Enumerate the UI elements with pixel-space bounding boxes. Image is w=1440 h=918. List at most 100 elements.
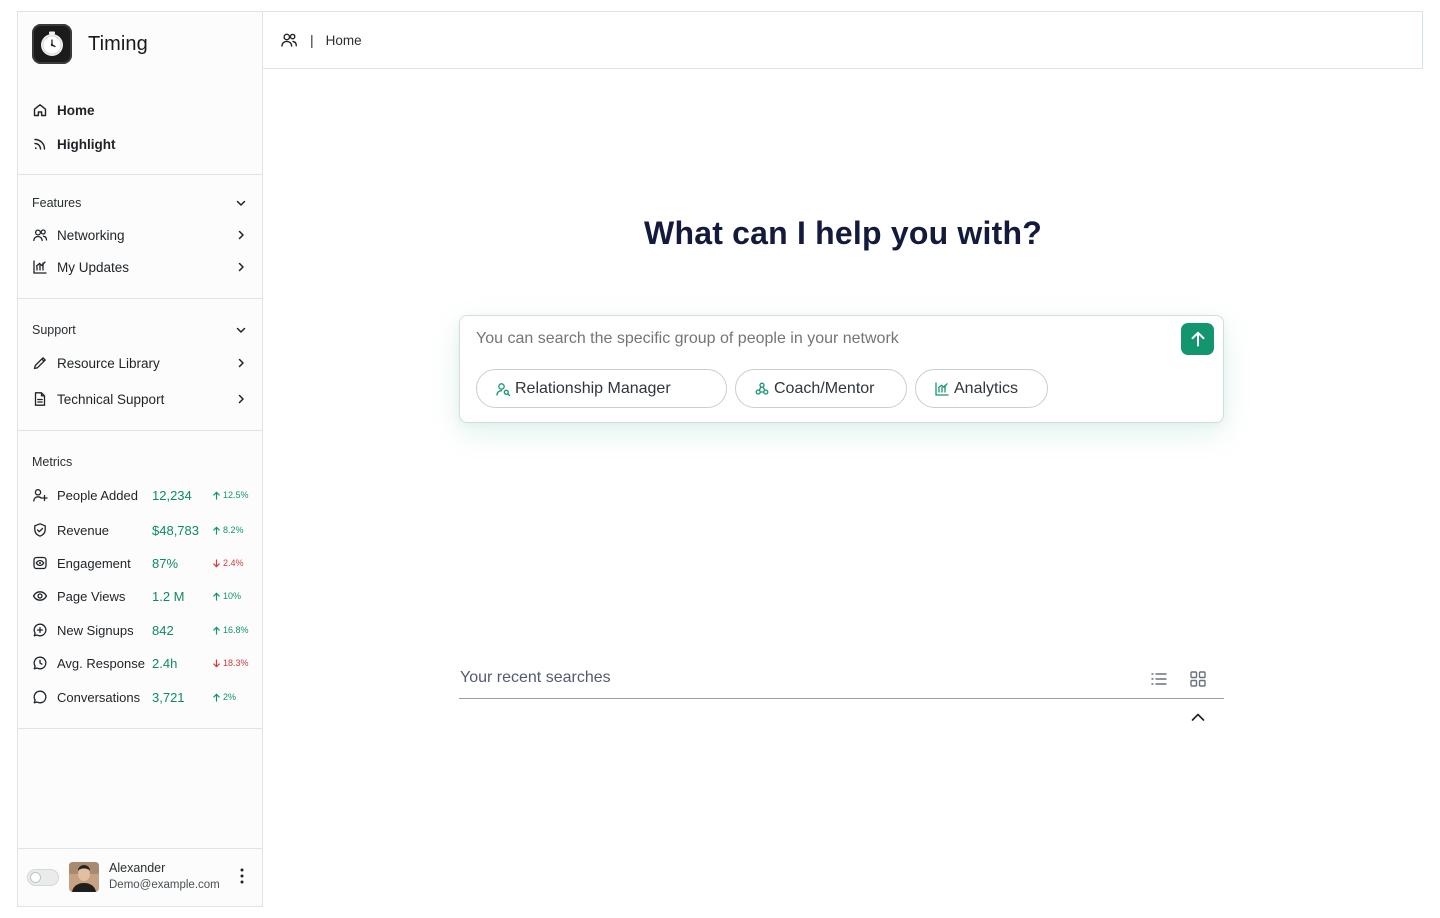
user-name: Alexander [109,861,166,875]
chat-plus-icon [32,622,48,638]
chip-analytics[interactable]: Analytics [915,369,1048,408]
nav-home[interactable]: Home [32,97,248,123]
page-title: What can I help you with? [644,215,1042,251]
metric-revenue[interactable]: Revenue $48,783 8.2% [32,519,254,541]
sidebar-item-networking[interactable]: Networking [32,222,248,248]
nav-highlight-label: Highlight [57,136,116,152]
metric-delta: 10% [212,591,241,601]
theme-toggle[interactable] [27,868,59,886]
rss-icon [32,136,48,152]
metric-value: 12,234 [152,487,192,503]
send-button[interactable] [1181,323,1214,355]
arrow-down-icon [213,658,220,667]
metric-label: Revenue [57,522,110,538]
chevron-right-icon [234,260,248,274]
breadcrumb-home[interactable]: Home [326,33,362,48]
sidebar-item-label: Resource Library [57,355,160,371]
metric-label: People Added [57,487,138,503]
avatar[interactable] [69,862,99,892]
home-icon [32,102,48,118]
arrow-up-icon [213,491,220,500]
metric-delta-value: 10% [223,591,242,601]
metric-people-added[interactable]: People Added 12,234 12.5% [32,484,254,506]
breadcrumb-separator: | [310,32,314,48]
sidebar-item-resource-library[interactable]: Resource Library [32,350,248,376]
features-section-toggle[interactable]: Features [32,193,248,213]
metric-label: Avg. Response [57,655,145,671]
support-title: Support [32,323,76,337]
nav-highlight[interactable]: Highlight [32,131,248,157]
collapse-recent-button[interactable] [1189,710,1207,724]
metric-value: 2.4h [152,655,178,671]
metric-label: Page Views [57,588,126,604]
divider [18,430,262,431]
metrics-section-header: Metrics [32,452,248,472]
search-input[interactable] [476,328,1166,350]
metric-label: Engagement [57,555,131,571]
metric-delta: 2% [212,692,236,702]
list-icon [1151,673,1167,685]
chevron-down-icon [234,323,248,337]
user-search-icon [495,381,511,397]
chevron-right-icon [234,228,248,242]
metric-value: 1.2 M [152,588,185,604]
metric-delta-value: 2% [223,692,237,702]
metric-avg-response[interactable]: Avg. Response 2.4h 18.3% [32,652,254,674]
document-icon [32,391,48,407]
features-title: Features [32,196,82,210]
divider [18,298,262,299]
user-email: Demo@example.com [109,879,220,891]
chevron-right-icon [234,392,248,406]
divider [18,174,262,175]
chip-coach-mentor[interactable]: Coach/Mentor [735,369,907,408]
arrow-up-icon [1191,331,1204,347]
sidebar-item-my-updates[interactable]: My Updates [32,254,248,280]
app-root: Timing Home Highlight Features Networkin… [17,11,1423,907]
users-icon [32,227,48,243]
sidebar-item-label: My Updates [57,259,130,275]
chevron-right-icon [234,356,248,370]
more-options-button[interactable] [236,867,248,887]
metric-delta-value: 8.2% [223,525,244,535]
metric-value: 3,721 [152,689,185,705]
support-section-toggle[interactable]: Support [32,320,248,340]
recent-searches-divider [459,698,1224,699]
analytics-icon [934,381,950,397]
shield-check-icon [32,522,48,538]
metric-delta: 12.5% [212,490,249,500]
metric-delta-value: 18.3% [223,658,249,668]
nav-home-label: Home [57,102,95,118]
metric-label: Conversations [57,689,141,705]
chat-icon [32,689,48,705]
metric-new-signups[interactable]: New Signups 842 16.8% [32,619,254,641]
sun-icon [30,871,41,883]
user-bar: Alexander Demo@example.com [18,848,262,906]
list-view-button[interactable] [1150,670,1168,688]
sidebar-item-label: Networking [57,227,125,243]
metric-page-views[interactable]: Page Views 1.2 M 10% [32,585,254,607]
user-info: Alexander Demo@example.com [109,860,220,894]
metric-conversations[interactable]: Conversations 3,721 2% [32,686,254,708]
arrow-up-icon [213,693,220,702]
arrow-up-icon [213,592,220,601]
engagement-icon [32,555,48,571]
brand[interactable]: Timing [32,24,148,64]
chip-relationship-manager[interactable]: Relationship Manager [476,369,727,408]
users-icon[interactable] [280,31,298,49]
metric-value: 87% [152,555,179,571]
grid-view-button[interactable] [1189,670,1207,688]
recent-searches-title: Your recent searches [460,669,611,686]
sidebar-item-technical-support[interactable]: Technical Support [32,386,248,412]
metric-delta: 8.2% [212,525,244,535]
metric-engagement[interactable]: Engagement 87% 2.4% [32,552,254,574]
timing-logo-icon [32,24,72,64]
group-icon [754,381,770,397]
top-bar: | Home [263,11,1423,69]
divider [18,728,262,729]
arrow-down-icon [213,558,220,567]
bar-chart-icon [32,259,48,275]
metric-delta-value: 2.4% [223,558,244,568]
sidebar-item-label: Technical Support [57,391,165,407]
metric-delta-value: 12.5% [223,490,249,500]
chip-label: Coach/Mentor [774,379,875,397]
